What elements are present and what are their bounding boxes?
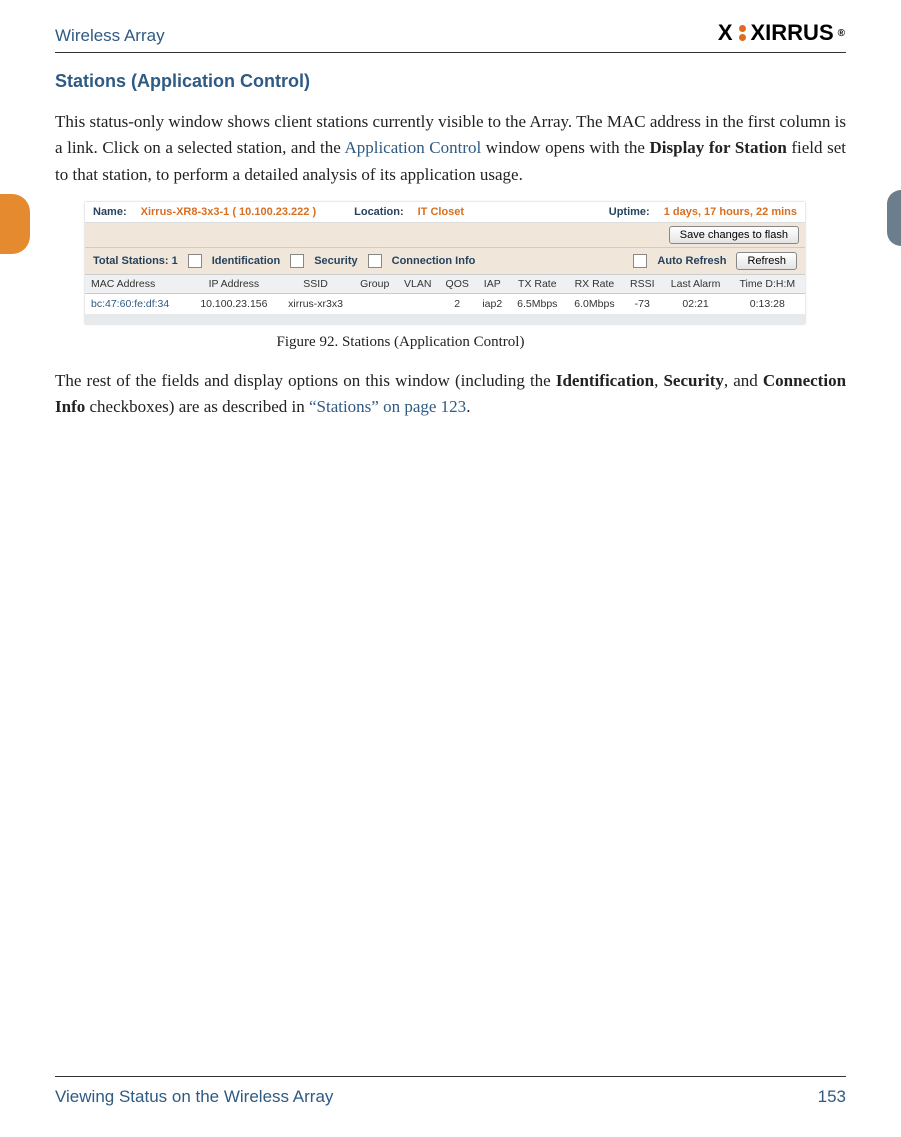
name-label: Name:: [93, 206, 127, 218]
logo-text: XIRRUS: [751, 20, 834, 46]
col-qos: QOS: [439, 275, 476, 294]
logo-x-icon: X: [718, 20, 734, 46]
uptime-value: 1 days, 17 hours, 22 mins: [664, 206, 797, 218]
refresh-button[interactable]: Refresh: [736, 252, 797, 270]
table-row: bc:47:60:fe:df:34 10.100.23.156 xirrus-x…: [85, 294, 805, 315]
cell-group: [353, 294, 397, 315]
col-time: Time D:H:M: [730, 275, 805, 294]
para2-bold-1: Identification: [556, 371, 654, 390]
uptime-label: Uptime:: [609, 206, 650, 218]
brand-logo: X XIRRUS ®: [718, 20, 846, 46]
cell-rx: 6.0Mbps: [566, 294, 623, 315]
page-header: Wireless Array X XIRRUS ®: [55, 20, 846, 53]
col-vlan: VLAN: [397, 275, 439, 294]
section-heading: Stations (Application Control): [55, 71, 846, 92]
cell-vlan: [397, 294, 439, 315]
header-title: Wireless Array: [55, 26, 165, 46]
total-stations-label: Total Stations: 1: [93, 255, 178, 267]
cell-rssi: -73: [623, 294, 661, 315]
connection-info-checkbox[interactable]: [368, 254, 382, 268]
identification-label: Identification: [212, 255, 280, 267]
cell-alarm: 02:21: [661, 294, 729, 315]
identification-checkbox[interactable]: [188, 254, 202, 268]
col-group: Group: [353, 275, 397, 294]
col-rx: RX Rate: [566, 275, 623, 294]
cell-time: 0:13:28: [730, 294, 805, 315]
cell-ip: 10.100.23.156: [189, 294, 278, 315]
auto-refresh-checkbox[interactable]: [633, 254, 647, 268]
connection-info-label: Connection Info: [392, 255, 476, 267]
logo-registered-icon: ®: [838, 28, 846, 39]
save-changes-button[interactable]: Save changes to flash: [669, 226, 799, 244]
page-number: 153: [818, 1087, 846, 1107]
right-edge-tab-icon: [887, 190, 901, 246]
logo-dots-icon: [739, 25, 746, 41]
paragraph-2: The rest of the fields and display optio…: [55, 368, 846, 421]
col-tx: TX Rate: [509, 275, 566, 294]
location-label: Location:: [354, 206, 404, 218]
auto-refresh-label: Auto Refresh: [657, 255, 726, 267]
table-header-row: MAC Address IP Address SSID Group VLAN Q…: [85, 275, 805, 294]
application-control-link[interactable]: Application Control: [344, 138, 481, 157]
location-value: IT Closet: [418, 206, 464, 218]
stations-screenshot: Name: Xirrus-XR8-3x3-1 ( 10.100.23.222 )…: [85, 202, 805, 324]
para1-text-b: window opens with the: [481, 138, 649, 157]
info-bar: Name: Xirrus-XR8-3x3-1 ( 10.100.23.222 )…: [85, 202, 805, 222]
paragraph-1: This status-only window shows client sta…: [55, 109, 846, 188]
para1-bold: Display for Station: [650, 138, 787, 157]
figure-92: Name: Xirrus-XR8-3x3-1 ( 10.100.23.222 )…: [55, 202, 846, 351]
col-mac: MAC Address: [85, 275, 189, 294]
cell-tx: 6.5Mbps: [509, 294, 566, 315]
cell-ssid: xirrus-xr3x3: [278, 294, 352, 315]
stations-page-link[interactable]: “Stations” on page 123: [309, 397, 466, 416]
col-rssi: RSSI: [623, 275, 661, 294]
cell-mac-link[interactable]: bc:47:60:fe:df:34: [85, 294, 189, 315]
col-iap: IAP: [476, 275, 509, 294]
page-footer: Viewing Status on the Wireless Array 153: [55, 1076, 846, 1107]
screenshot-footer-bar: [85, 314, 805, 324]
filter-row: Total Stations: 1 Identification Securit…: [85, 247, 805, 274]
side-tab-icon: [0, 194, 30, 254]
security-label: Security: [314, 255, 357, 267]
para2-bold-2: Security: [663, 371, 723, 390]
stations-table: MAC Address IP Address SSID Group VLAN Q…: [85, 274, 805, 314]
cell-iap: iap2: [476, 294, 509, 315]
name-value: Xirrus-XR8-3x3-1 ( 10.100.23.222 ): [141, 206, 317, 218]
para2-text-b: checkboxes) are as described in: [85, 397, 309, 416]
col-alarm: Last Alarm: [661, 275, 729, 294]
figure-caption: Figure 92. Stations (Application Control…: [175, 334, 626, 351]
para2-text-a: The rest of the fields and display optio…: [55, 371, 556, 390]
save-row: Save changes to flash: [85, 222, 805, 247]
security-checkbox[interactable]: [290, 254, 304, 268]
col-ip: IP Address: [189, 275, 278, 294]
cell-qos: 2: [439, 294, 476, 315]
para2-text-c: .: [466, 397, 470, 416]
footer-left: Viewing Status on the Wireless Array: [55, 1087, 333, 1107]
para2-sep-2: , and: [724, 371, 763, 390]
col-ssid: SSID: [278, 275, 352, 294]
